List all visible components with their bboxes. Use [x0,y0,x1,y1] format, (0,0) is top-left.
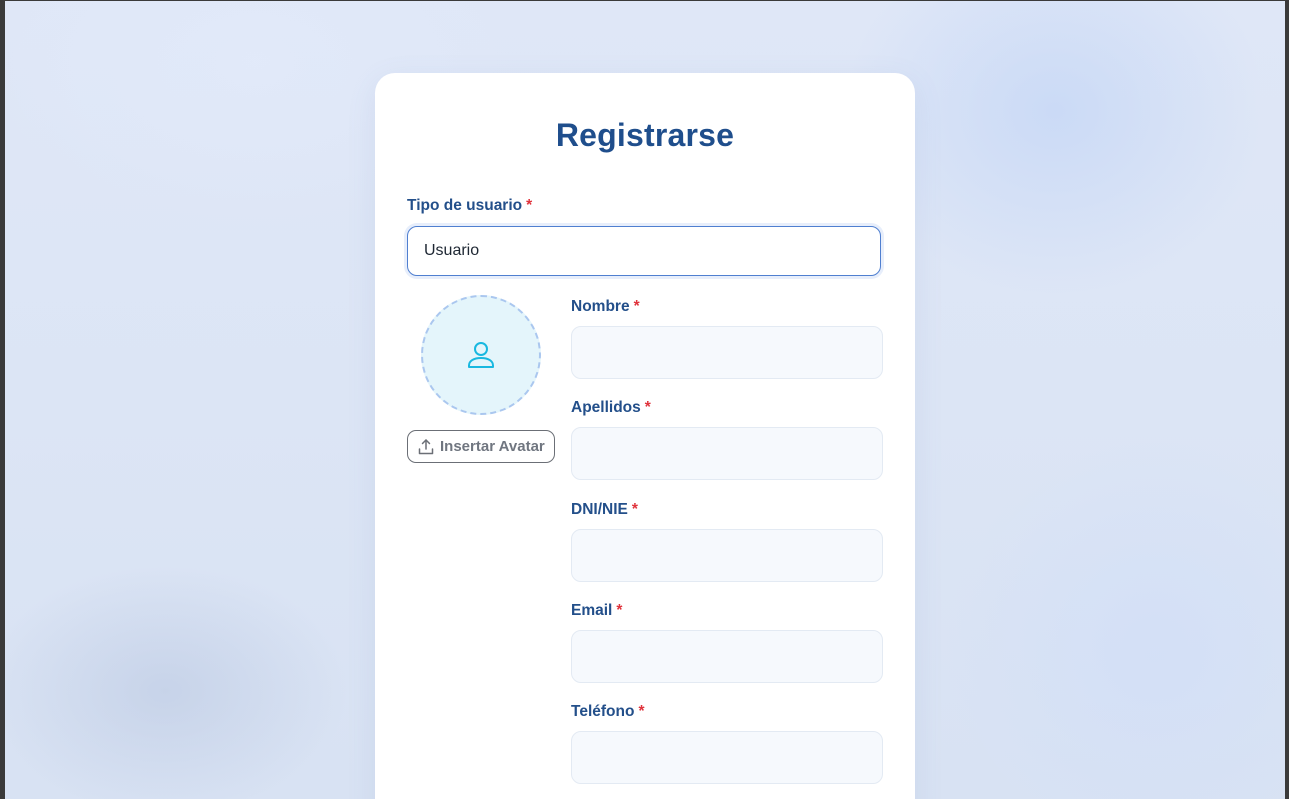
email-label-text: Email [571,602,613,619]
required-asterisk: * [526,197,533,214]
avatar-preview[interactable] [421,295,541,415]
user-type-select[interactable]: Usuario [407,226,881,276]
nombre-label-text: Nombre [571,298,630,315]
register-card: Registrarse Tipo de usuario * Usuario Ins… [375,73,915,799]
required-asterisk: * [633,298,640,315]
dni-nie-label-text: DNI/NIE [571,501,628,518]
required-asterisk: * [616,602,623,619]
apellidos-input[interactable] [571,427,883,480]
email-input[interactable] [571,630,883,683]
required-asterisk: * [631,501,638,518]
user-type-label-text: Tipo de usuario [407,197,523,214]
required-asterisk: * [644,399,651,416]
user-type-label: Tipo de usuario * [407,197,532,215]
upload-icon [418,439,434,455]
apellidos-label: Apellidos * [571,399,651,417]
user-type-select-value: Usuario [424,242,480,259]
page-title: Registrarse [555,117,735,153]
dni-nie-input[interactable] [571,529,883,582]
required-asterisk: * [638,703,645,720]
nombre-input[interactable] [571,326,883,379]
nombre-label: Nombre * [571,298,640,316]
dni-nie-label: DNI/NIE * [571,501,638,519]
telefono-label-text: Teléfono [571,703,635,720]
insert-avatar-label: Insertar Avatar [440,438,545,455]
page-background: Registrarse Tipo de usuario * Usuario Ins… [5,1,1285,799]
email-label: Email * [571,602,622,620]
telefono-label: Teléfono * [571,703,644,721]
insert-avatar-button[interactable]: Insertar Avatar [407,430,555,463]
user-icon [468,342,494,368]
apellidos-label-text: Apellidos [571,399,641,416]
telefono-input[interactable] [571,731,883,784]
